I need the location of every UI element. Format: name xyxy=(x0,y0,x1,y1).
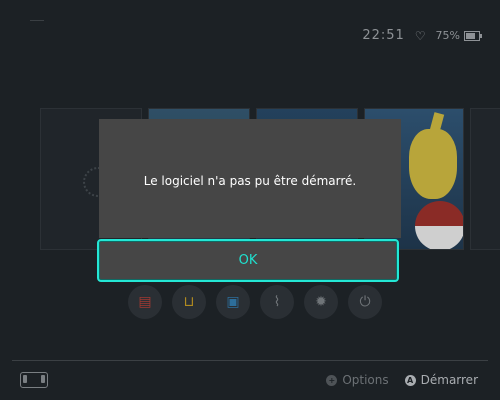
footer-actions: + Options A Démarrer xyxy=(326,373,478,387)
settings-icon[interactable]: ✹ xyxy=(304,285,338,319)
footer-divider xyxy=(12,360,488,361)
top-left-mark xyxy=(30,20,44,25)
news-icon[interactable]: ▤ xyxy=(128,285,162,319)
home-menu-icons: ▤ ⊔ ▣ ⌇ ✹ ⏻ xyxy=(128,285,382,319)
clock: 22:51 xyxy=(362,28,405,43)
power-icon[interactable]: ⏻ xyxy=(348,285,382,319)
heart-outline-icon: ♡ xyxy=(414,28,426,43)
a-button-icon: A xyxy=(404,374,416,386)
options-action[interactable]: + Options xyxy=(326,373,389,387)
shop-icon[interactable]: ⊔ xyxy=(172,285,206,319)
error-dialog: Le logiciel n'a pas pu être démarré. xyxy=(99,119,401,238)
dialog-message: Le logiciel n'a pas pu être démarré. xyxy=(143,174,357,188)
start-action[interactable]: A Démarrer xyxy=(404,373,478,387)
start-label: Démarrer xyxy=(420,373,478,387)
battery-icon xyxy=(464,30,482,41)
battery: 75% xyxy=(435,29,482,42)
plus-button-icon: + xyxy=(326,374,338,386)
battery-fill xyxy=(466,32,475,39)
pokeball-art xyxy=(415,201,463,249)
album-icon[interactable]: ▣ xyxy=(216,285,250,319)
ok-button[interactable]: OK xyxy=(97,239,399,282)
status-bar: 22:51 ♡ 75% xyxy=(362,28,482,43)
options-label: Options xyxy=(342,373,389,387)
battery-percent: 75% xyxy=(435,29,460,42)
console-icon xyxy=(20,372,48,388)
game-tile-partial[interactable] xyxy=(470,108,500,250)
pikachu-art xyxy=(409,129,457,199)
controllers-icon[interactable]: ⌇ xyxy=(260,285,294,319)
